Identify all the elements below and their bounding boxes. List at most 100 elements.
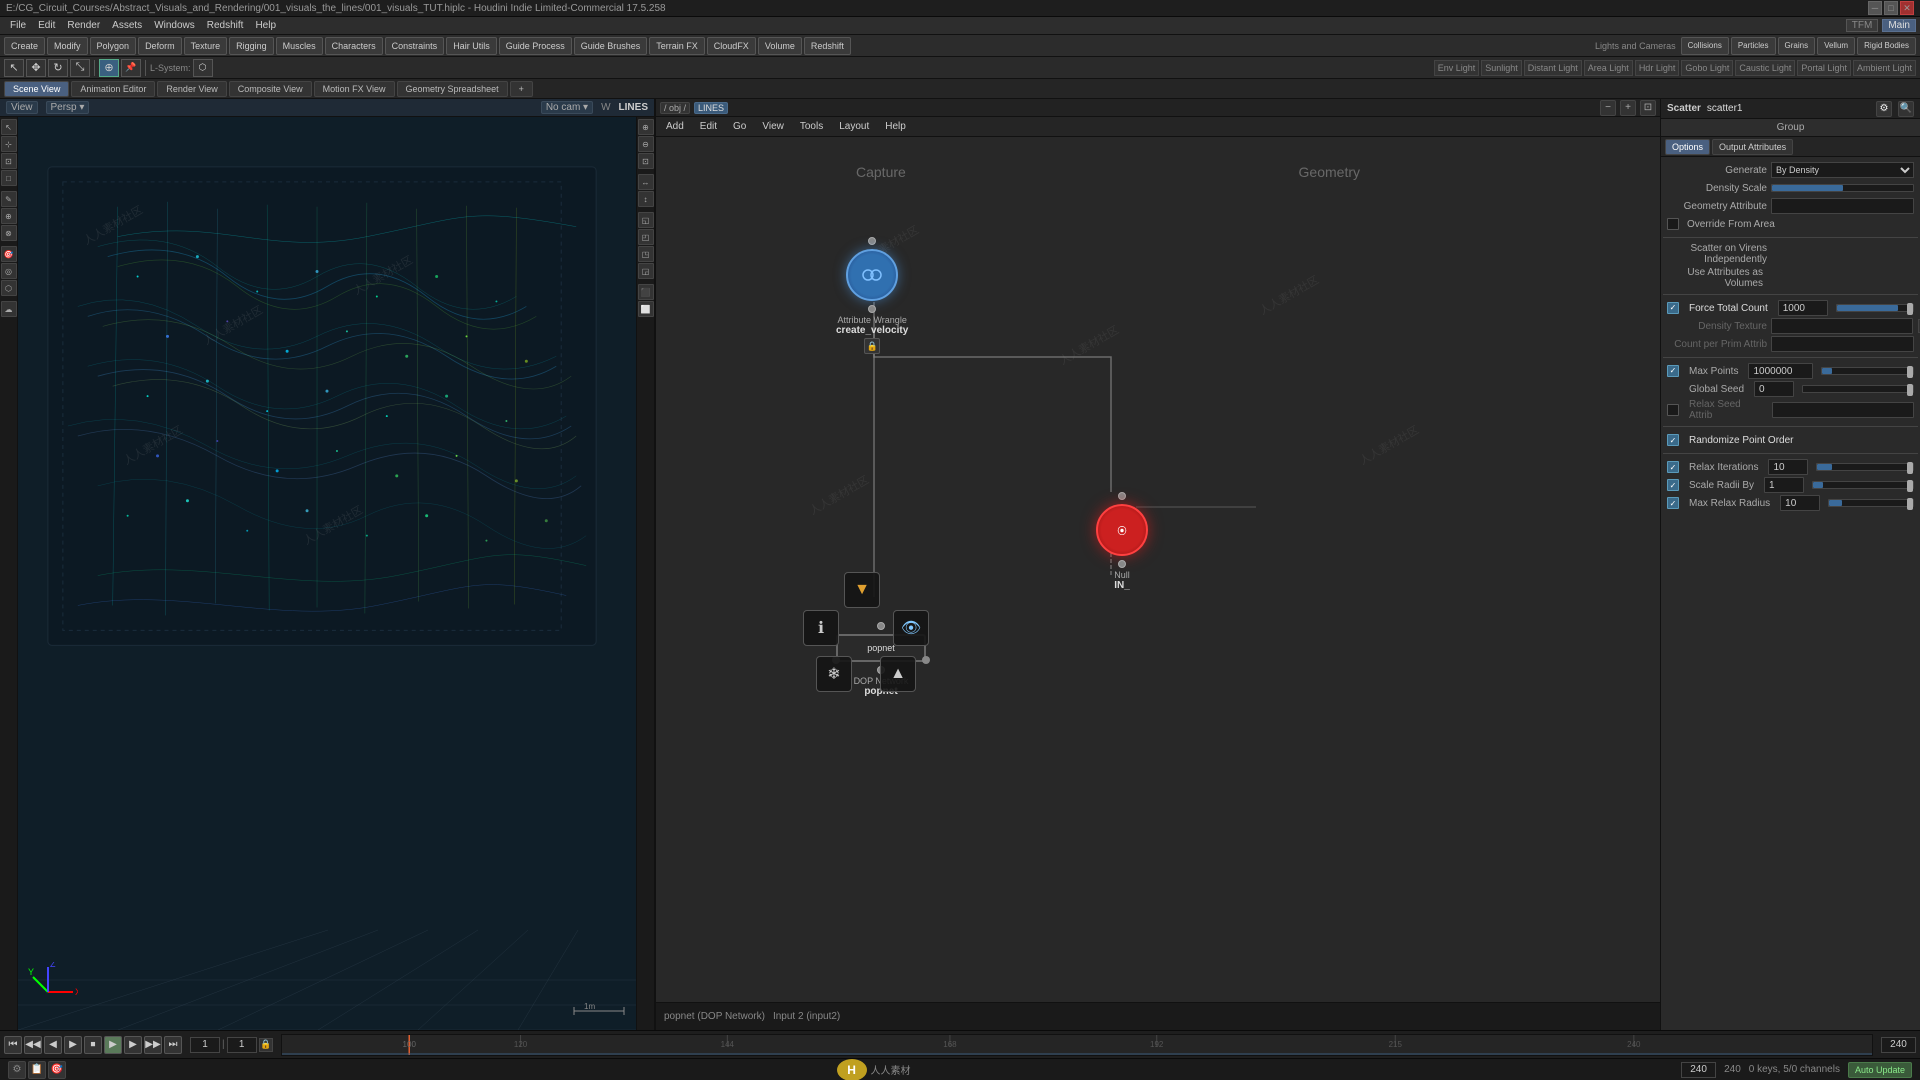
vp-r7[interactable]: ◰: [638, 229, 654, 245]
node-connector-bottom-cv[interactable]: [868, 305, 876, 313]
tab-options[interactable]: Options: [1665, 139, 1710, 155]
end-frame-input[interactable]: 240: [1881, 1037, 1916, 1053]
node-connector-bottom-in[interactable]: [1118, 560, 1126, 568]
timeline-ruler[interactable]: 100 120 144 168 192 215 240: [281, 1034, 1873, 1056]
force-total-count-input[interactable]: 1000: [1778, 300, 1828, 316]
vp-r6[interactable]: ◱: [638, 212, 654, 228]
vp-tool-select[interactable]: ↖: [1, 119, 17, 135]
menu-file[interactable]: File: [4, 17, 32, 34]
menu-edit[interactable]: Edit: [32, 17, 61, 34]
net-help[interactable]: Help: [879, 117, 912, 136]
vp-tool-2[interactable]: ⊹: [1, 136, 17, 152]
generate-dropdown[interactable]: By Density: [1771, 162, 1914, 178]
shelf-volume[interactable]: Volume: [758, 37, 802, 55]
maximize-button[interactable]: □: [1884, 1, 1898, 15]
status-frame-input[interactable]: [1681, 1062, 1716, 1078]
radial-menu-bottom-right[interactable]: ▲: [880, 656, 916, 692]
vp-r5[interactable]: ↕: [638, 191, 654, 207]
status-icon-2[interactable]: 📋: [28, 1061, 46, 1079]
vp-tool-10[interactable]: ⬡: [1, 280, 17, 296]
net-tools[interactable]: Tools: [794, 117, 829, 136]
geom-attrib-input[interactable]: [1771, 198, 1914, 214]
btn-jump-end[interactable]: ⏭: [164, 1036, 182, 1054]
causticlight-btn[interactable]: Caustic Light: [1735, 60, 1795, 76]
tool-select[interactable]: ↖: [4, 59, 24, 77]
density-texture-input[interactable]: [1771, 318, 1913, 334]
shelf-modify[interactable]: Modify: [47, 37, 88, 55]
shelf-redshift[interactable]: Redshift: [804, 37, 851, 55]
vp-tool-4[interactable]: □: [1, 170, 17, 186]
net-add[interactable]: Add: [660, 117, 690, 136]
scale-radii-checkbox[interactable]: ✓: [1667, 479, 1679, 491]
btn-next-key[interactable]: ▶▶: [144, 1036, 162, 1054]
vp-tool-5[interactable]: ✎: [1, 191, 17, 207]
tool-scale[interactable]: ⤡: [70, 59, 90, 77]
btn-next-frame[interactable]: ▶: [124, 1036, 142, 1054]
tool-move[interactable]: ✥: [26, 59, 46, 77]
hdrlight-btn[interactable]: Hdr Light: [1635, 60, 1680, 76]
randomize-checkbox[interactable]: ✓: [1667, 434, 1679, 446]
tab-geometry-spreadsheet[interactable]: Geometry Spreadsheet: [397, 81, 508, 97]
nocam-dropdown[interactable]: No cam ▾: [541, 101, 593, 114]
scale-radii-input[interactable]: 1: [1764, 477, 1804, 493]
node-create-velocity[interactable]: Attribute Wrangle create_velocity 🔒: [836, 237, 908, 354]
node-connector-top-cv[interactable]: [868, 237, 876, 245]
network-zoom-out[interactable]: −: [1600, 100, 1616, 116]
max-relax-radius-checkbox[interactable]: ✓: [1667, 497, 1679, 509]
global-seed-slider[interactable]: [1802, 385, 1914, 393]
path-root[interactable]: / obj /: [660, 102, 690, 114]
btn-play-fwd[interactable]: ▶: [104, 1036, 122, 1054]
gobolight-btn[interactable]: Gobo Light: [1681, 60, 1733, 76]
menu-assets[interactable]: Assets: [106, 17, 148, 34]
shelf-create[interactable]: Create: [4, 37, 45, 55]
net-view[interactable]: View: [756, 117, 790, 136]
tab-render-view[interactable]: Render View: [157, 81, 226, 97]
vp-r1[interactable]: ⊕: [638, 119, 654, 135]
distantlight-btn[interactable]: Distant Light: [1524, 60, 1582, 76]
vp-r2[interactable]: ⊖: [638, 136, 654, 152]
arealight-btn[interactable]: Area Light: [1584, 60, 1633, 76]
pin-btn[interactable]: 📌: [121, 59, 141, 77]
props-settings-btn[interactable]: ⚙: [1876, 101, 1892, 117]
force-total-count-checkbox[interactable]: ✓: [1667, 302, 1679, 314]
radial-menu-right[interactable]: 👁: [893, 610, 929, 646]
node-in[interactable]: ⦿ Null IN_: [1096, 492, 1148, 591]
vp-tool-8[interactable]: 🎯: [1, 246, 17, 262]
portallight-btn[interactable]: Portal Light: [1797, 60, 1851, 76]
shelf-terrainfx[interactable]: Terrain FX: [649, 37, 705, 55]
override-checkbox[interactable]: [1667, 218, 1679, 230]
max-relax-radius-input[interactable]: 10: [1780, 495, 1820, 511]
auto-update-btn[interactable]: Auto Update: [1848, 1062, 1912, 1078]
current-frame-start[interactable]: [190, 1037, 220, 1053]
vp-r8[interactable]: ◳: [638, 246, 654, 262]
node-popnet[interactable]: ▼ 👁 ℹ ❄ ▲: [836, 622, 926, 697]
menu-render[interactable]: Render: [61, 17, 106, 34]
rigidbodies-btn[interactable]: Rigid Bodies: [1857, 37, 1916, 55]
vp-r11[interactable]: ⬜: [638, 301, 654, 317]
radial-menu-top[interactable]: ▼: [844, 572, 880, 608]
snap-btn[interactable]: ⊕: [99, 59, 119, 77]
tab-output-attributes[interactable]: Output Attributes: [1712, 139, 1793, 155]
node-circle-in[interactable]: ⦿: [1096, 504, 1148, 556]
collisions-btn[interactable]: Collisions: [1681, 37, 1729, 55]
btn-prev-frame[interactable]: ◀: [44, 1036, 62, 1054]
shelf-polygon[interactable]: Polygon: [90, 37, 137, 55]
shelf-characters[interactable]: Characters: [325, 37, 383, 55]
grains-btn[interactable]: Grains: [1778, 37, 1816, 55]
vp-tool-3[interactable]: ⊡: [1, 153, 17, 169]
density-scale-slider[interactable]: [1771, 184, 1914, 192]
relax-iter-checkbox[interactable]: ✓: [1667, 461, 1679, 473]
net-layout[interactable]: Layout: [833, 117, 875, 136]
vp-tool-7[interactable]: ⊗: [1, 225, 17, 241]
relax-iter-input[interactable]: 10: [1768, 459, 1808, 475]
tab-composite-view[interactable]: Composite View: [229, 81, 312, 97]
minimize-button[interactable]: ─: [1868, 1, 1882, 15]
network-area[interactable]: / obj / LINES − + ⊡ Add Edit Go View: [656, 99, 1660, 1030]
max-points-input[interactable]: 1000000: [1748, 363, 1813, 379]
tab-add[interactable]: +: [510, 81, 533, 97]
particles-btn[interactable]: Particles: [1731, 37, 1776, 55]
current-frame[interactable]: 1: [227, 1037, 257, 1053]
shelf-guideprocess[interactable]: Guide Process: [499, 37, 572, 55]
count-per-prim-input[interactable]: [1771, 336, 1914, 352]
network-zoom-in[interactable]: +: [1620, 100, 1636, 116]
